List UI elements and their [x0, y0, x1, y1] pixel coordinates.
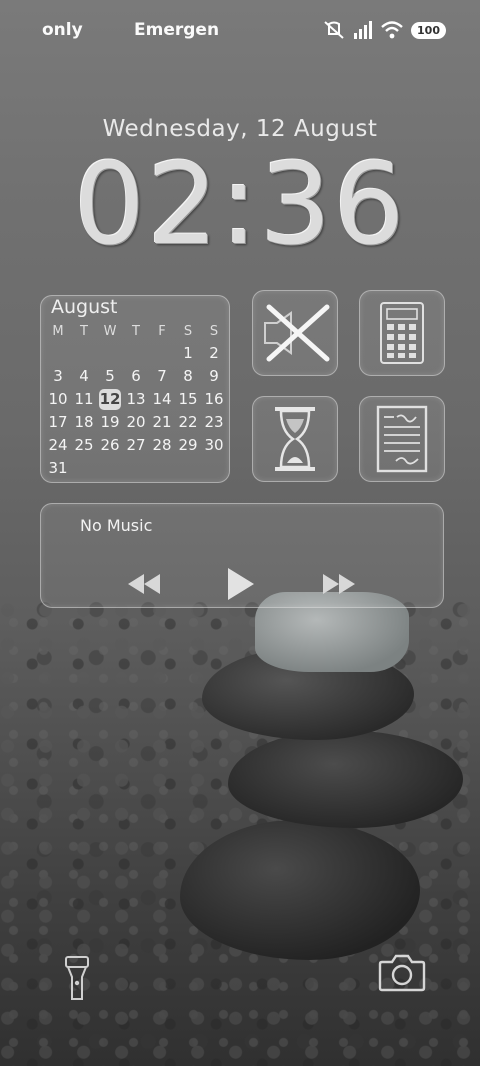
calendar-day: 6 — [131, 367, 141, 385]
calendar-day: 15 — [178, 390, 198, 408]
calendar-day: 4 — [79, 367, 89, 385]
calendar-day: 26 — [100, 436, 120, 454]
calendar-day: 5 — [105, 367, 115, 385]
calendar-day: 10 — [48, 390, 68, 408]
hourglass-icon — [275, 407, 315, 471]
calendar-day: 1 — [183, 344, 193, 362]
calendar-weekday: M — [52, 324, 64, 339]
calendar-day — [123, 457, 149, 480]
calendar-day — [71, 342, 97, 365]
calendar-day: 23 — [204, 413, 224, 431]
calendar-day — [45, 342, 71, 365]
wifi-icon — [381, 21, 403, 39]
lock-clock: 02:36 — [73, 140, 407, 270]
play-icon[interactable] — [224, 564, 258, 604]
flashlight-icon[interactable] — [64, 955, 90, 1003]
calendar-day — [175, 457, 201, 480]
notes-icon — [376, 405, 428, 473]
calendar-day: 31 — [48, 459, 68, 477]
calendar-day: 11 — [74, 390, 94, 408]
calculator-icon — [380, 302, 424, 364]
calendar-day — [71, 457, 97, 480]
battery-badge: 100 — [411, 21, 446, 39]
calendar-day: 9 — [209, 367, 219, 385]
calendar-day: 30 — [204, 436, 224, 454]
calendar-day: 8 — [183, 367, 193, 385]
calendar-weekday: T — [132, 324, 140, 339]
calendar-day: 22 — [178, 413, 198, 431]
calendar-day: 14 — [152, 390, 172, 408]
calendar-day: 3 — [53, 367, 63, 385]
calendar-day — [123, 342, 149, 365]
camera-icon[interactable] — [378, 952, 426, 992]
calendar-day — [97, 342, 123, 365]
calendar-day: 18 — [74, 413, 94, 431]
status-bar: only Emergen 100 — [0, 0, 480, 60]
carrier-text: only — [42, 20, 83, 40]
next-track-icon[interactable] — [321, 570, 357, 598]
music-title: No Music — [80, 516, 153, 535]
signal-icon — [354, 21, 373, 39]
calendar-day — [97, 457, 123, 480]
vibrate-off-icon — [324, 21, 344, 39]
calendar-weekday: S — [209, 324, 219, 339]
mute-icon — [264, 304, 330, 362]
calendar-day: 19 — [100, 413, 120, 431]
mute-shortcut-button[interactable] — [252, 290, 338, 376]
timer-shortcut-button[interactable] — [252, 396, 338, 482]
calendar-weekday: F — [158, 324, 166, 339]
calendar-day: 2 — [209, 344, 219, 362]
calendar-day: 25 — [74, 436, 94, 454]
calendar-day: 17 — [48, 413, 68, 431]
calendar-weekday: T — [80, 324, 88, 339]
calendar-month: August — [51, 296, 118, 318]
calendar-day: 28 — [152, 436, 172, 454]
calendar-day: 27 — [126, 436, 146, 454]
calendar-grid: M T W T F S S 1 2 3 4 5 6 7 8 9 10 11 12 13 14 15 16 17 18 19 20 21… — [45, 322, 227, 480]
calendar-day — [149, 342, 175, 365]
calendar-weekday: W — [103, 324, 117, 339]
calendar-day: 7 — [157, 367, 167, 385]
calendar-weekday: S — [183, 324, 193, 339]
lock-date: Wednesday, 12 August — [102, 116, 378, 142]
previous-track-icon[interactable] — [126, 570, 162, 598]
calendar-day — [149, 457, 175, 480]
calendar-day: 13 — [126, 390, 146, 408]
calendar-day — [201, 457, 227, 480]
calendar-day: 29 — [178, 436, 198, 454]
calendar-day: 24 — [48, 436, 68, 454]
calendar-day: 16 — [204, 390, 224, 408]
calendar-day: 21 — [152, 413, 172, 431]
calculator-shortcut-button[interactable] — [359, 290, 445, 376]
calendar-today: 12 — [99, 389, 121, 410]
calendar-widget[interactable]: August M T W T F S S 1 2 3 4 5 6 7 8 9 10 11 12 13 14 15 16 17 1… — [40, 295, 230, 483]
notes-shortcut-button[interactable] — [359, 396, 445, 482]
calendar-day: 20 — [126, 413, 146, 431]
music-widget[interactable]: No Music — [40, 503, 444, 608]
emergency-calls-text: Emergen — [134, 20, 220, 40]
